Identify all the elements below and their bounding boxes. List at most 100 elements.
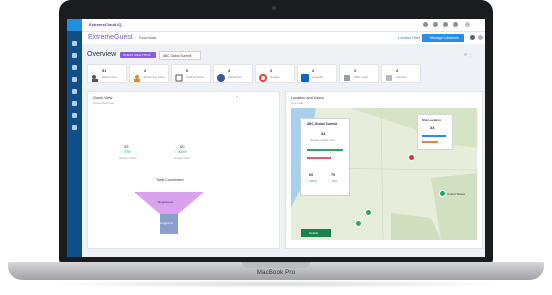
map-pin-green[interactable] xyxy=(439,190,446,197)
panel-subtitle: Live map xyxy=(291,101,304,105)
map-pin-green[interactable] xyxy=(365,209,372,216)
map-card-title: ABC Global Summit xyxy=(307,122,338,126)
card-value: 2 xyxy=(270,68,273,73)
app-header: ExtremeGuest Essentials Location Filter … xyxy=(82,32,485,44)
card-value: 2 xyxy=(396,68,399,73)
card-label: Voucher xyxy=(396,75,408,79)
card-total-users[interactable]: 51 Total Users xyxy=(87,64,127,83)
guests-online-label: Guests Online xyxy=(119,156,137,160)
sidebar-item-tools[interactable] xyxy=(72,89,77,94)
guest-visits-label: Guests Visits xyxy=(174,156,191,160)
site-value: 33 xyxy=(430,125,435,130)
progress-bar-online xyxy=(307,149,343,151)
card-voucher[interactable]: 2 Voucher xyxy=(381,64,421,83)
location-summary-card[interactable]: ABC Global Summit 33 Guests online now 6… xyxy=(300,118,350,196)
users-icon xyxy=(91,69,99,82)
puzzle-icon xyxy=(343,69,351,81)
card-returning-users[interactable]: 2 Returning Users xyxy=(129,64,169,83)
card-value: 2 xyxy=(312,68,315,73)
facebook-icon xyxy=(217,69,225,82)
card-linkedin[interactable]: 2 LinkedIn xyxy=(297,64,337,83)
card-value: 51 xyxy=(102,68,107,73)
card-label: Web Login xyxy=(354,75,369,79)
guests-online-change: ↑ 70% xyxy=(121,150,131,154)
map-pin-red[interactable] xyxy=(408,154,415,161)
linkedin-icon xyxy=(301,69,309,82)
device-brand-label: MacBook Pro xyxy=(256,270,296,276)
card-label: Facebook xyxy=(228,75,242,79)
brand-secondary: Essentials xyxy=(139,36,157,40)
brand-primary: ExtremeGuest xyxy=(88,34,133,41)
card-label: Total Users xyxy=(102,75,118,79)
card-total-devices[interactable]: 0 Total Devices xyxy=(171,64,211,83)
camera xyxy=(272,6,276,10)
funnel-bottom-label: Logged In xyxy=(160,221,173,225)
funnel-top-label: Registered xyxy=(158,200,173,204)
card-label: LinkedIn xyxy=(312,75,324,79)
map-card-stat2-value: 70 xyxy=(331,173,336,177)
map-card-value: 33 xyxy=(321,131,326,136)
site-bar-2 xyxy=(422,141,438,143)
card-value: 0 xyxy=(186,68,189,73)
sidebar-item-guest[interactable] xyxy=(72,113,77,118)
card-google[interactable]: 2 Google xyxy=(255,64,295,83)
panel-subtitle: Connected now xyxy=(93,101,114,105)
site-location-card[interactable]: Site Location 33 xyxy=(417,114,453,150)
card-label: Google xyxy=(270,75,280,79)
profile-icon[interactable] xyxy=(478,35,483,40)
guest-view-panel: Guest View Connected now ▾ ⋮ 33 ↑ 70% Gu… xyxy=(87,91,280,249)
puzzle-icon xyxy=(385,69,393,81)
location-select[interactable]: ABC Global Summit xyxy=(159,51,201,60)
site-title: Site Location xyxy=(422,118,441,122)
details-button[interactable]: Details xyxy=(301,229,331,237)
sidebar-item-monitor[interactable] xyxy=(72,65,77,70)
avatar[interactable] xyxy=(465,22,470,27)
card-value: 2 xyxy=(354,68,357,73)
map-view[interactable]: ABC Global Summit 33 Guests online now 6… xyxy=(291,108,477,240)
notification-icon[interactable] xyxy=(443,22,448,27)
export-icon[interactable]: ⟳ ⋮ xyxy=(464,52,472,57)
laptop-shadow xyxy=(40,280,512,288)
guests-online-value: 33 xyxy=(124,144,129,149)
sidebar-item-manage[interactable] xyxy=(72,53,77,58)
sidebar-item-settings[interactable] xyxy=(72,125,77,130)
funnel-title: Total Connected xyxy=(156,178,184,182)
sidebar-item-users[interactable] xyxy=(72,101,77,106)
laptop-notch xyxy=(242,262,310,268)
panel-menu-icon[interactable]: ▾ ⋮ xyxy=(236,95,241,99)
screen: ExtremeCloud IQ ExtremeGuest Essentials … xyxy=(67,19,485,257)
search-icon[interactable] xyxy=(423,22,428,27)
funnel-chart: Registered Logged In xyxy=(134,192,204,234)
site-bar-1 xyxy=(422,135,446,137)
top-bar: ExtremeCloud IQ xyxy=(67,19,485,32)
page-title: Overview xyxy=(87,51,117,58)
map-pin-green[interactable] xyxy=(355,220,362,227)
map-pin-label: United States xyxy=(447,192,466,196)
guest-analytics-pill[interactable]: GUEST ANALYTICS xyxy=(120,52,156,58)
manage-locations-button[interactable]: Manage Locations xyxy=(422,34,464,42)
sidebar-item-home[interactable] xyxy=(72,41,77,46)
card-label: Total Devices xyxy=(186,75,204,79)
sidebar xyxy=(67,19,82,257)
location-filter-link[interactable]: Location Filter xyxy=(398,36,420,40)
card-value: 2 xyxy=(144,68,147,73)
google-icon xyxy=(259,69,267,82)
card-label: Returning Users xyxy=(144,75,166,79)
map-card-stat2-change: ↑ 70% xyxy=(329,179,338,183)
card-web-login[interactable]: 2 Web Login xyxy=(339,64,379,83)
help-icon[interactable] xyxy=(453,22,458,27)
panel-title: Location and Users xyxy=(291,96,324,100)
map-card-stat1-change: ↑ 400% xyxy=(307,179,318,183)
guest-visits-change: ↑ 400% xyxy=(175,150,187,154)
settings-icon[interactable] xyxy=(433,22,438,27)
sidebar-item-reports[interactable] xyxy=(72,77,77,82)
guest-visits-value: 60 xyxy=(180,144,185,149)
device-icon xyxy=(175,69,183,82)
app-logo[interactable] xyxy=(67,19,82,31)
location-users-panel: Location and Users Live map ABC Global S… xyxy=(285,91,483,249)
panel-title: Guest View xyxy=(93,96,113,100)
card-value: 3 xyxy=(228,68,231,73)
map-card-stat1-value: 60 xyxy=(309,173,314,177)
gear-icon[interactable] xyxy=(470,35,475,40)
card-facebook[interactable]: 3 Facebook xyxy=(213,64,253,83)
